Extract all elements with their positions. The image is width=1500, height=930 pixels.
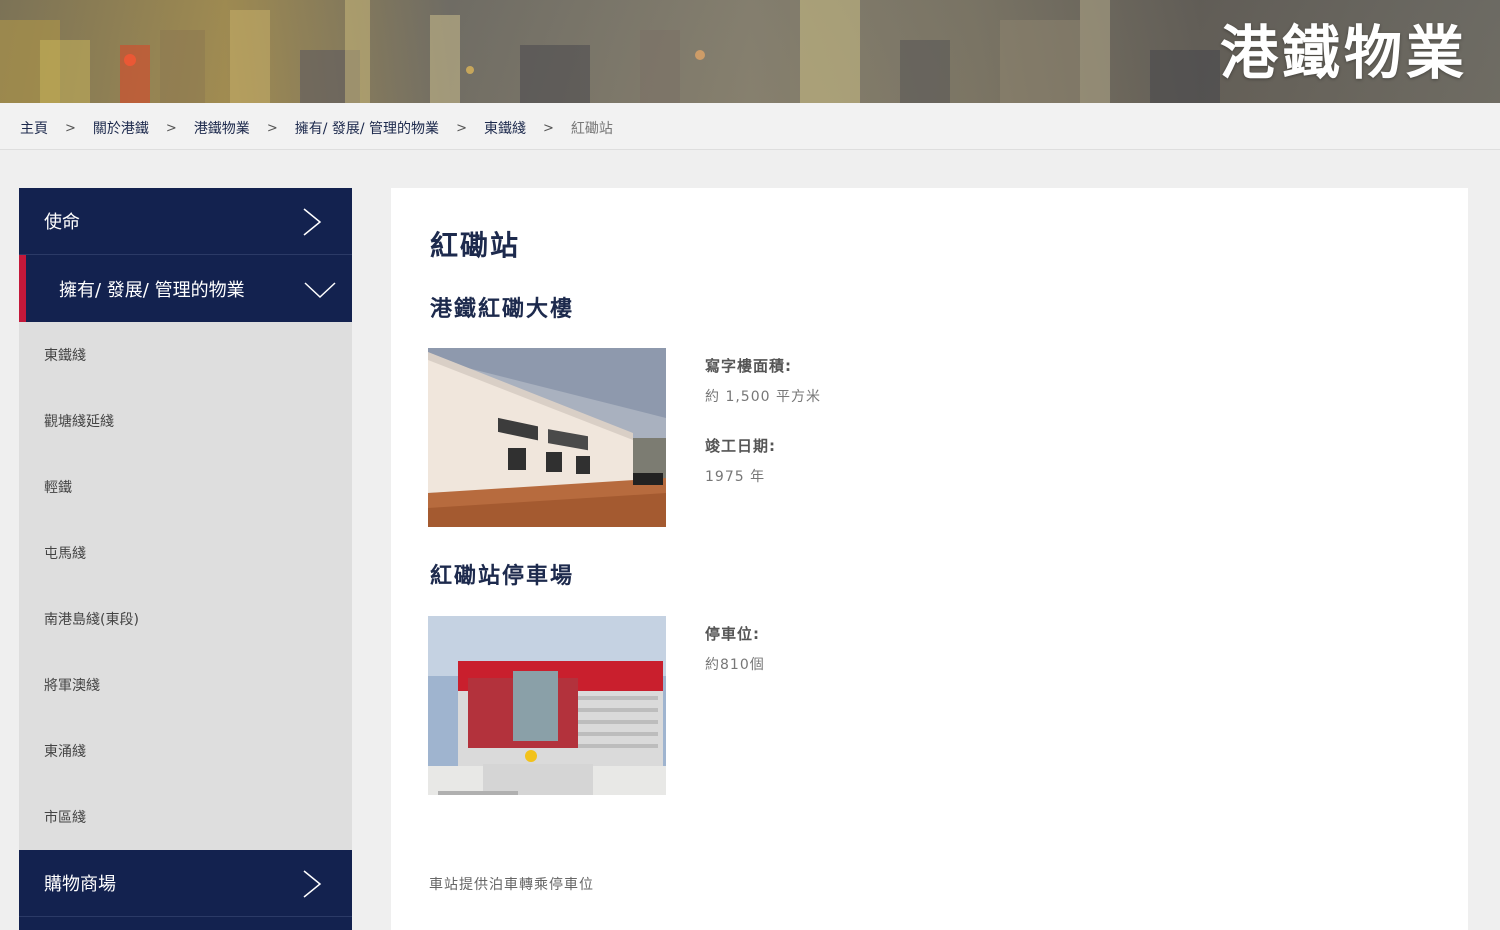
sidebar-item-next[interactable] bbox=[19, 917, 352, 930]
carpark-photo bbox=[428, 616, 666, 795]
breadcrumb-home[interactable]: 主頁 bbox=[20, 118, 48, 138]
breadcrumb-separator: > bbox=[165, 120, 177, 136]
sidebar-subitem-light-rail[interactable]: 輕鐵 bbox=[19, 454, 352, 520]
chevron-right-icon bbox=[303, 870, 322, 898]
content-panel: 紅磡站 港鐵紅磡大樓 寫字樓面積: 約 1,500 平方米 竣工日期: 1975… bbox=[391, 188, 1468, 930]
sidebar-subitem-tuen-ma[interactable]: 屯馬綫 bbox=[19, 520, 352, 586]
sidebar-bottom-group: 購物商場 bbox=[19, 850, 352, 930]
page-title: 紅磡站 bbox=[430, 229, 521, 262]
sidebar-subitem-urban-lines[interactable]: 市區綫 bbox=[19, 784, 352, 850]
sidebar-subitem-south-island[interactable]: 南港島綫(東段) bbox=[19, 586, 352, 652]
building-photo bbox=[428, 348, 666, 527]
sidebar-item-mission[interactable]: 使命 bbox=[19, 188, 352, 255]
completion-date-value: 1975 年 bbox=[705, 469, 766, 485]
breadcrumb: 主頁 > 關於港鐵 > 港鐵物業 > 擁有/ 發展/ 管理的物業 > 東鐵綫 >… bbox=[20, 118, 613, 138]
breadcrumb-separator: > bbox=[65, 120, 76, 136]
chevron-down-icon bbox=[304, 282, 336, 299]
sidebar-item-shopping[interactable]: 購物商場 bbox=[19, 850, 352, 917]
sidebar-item-label: 擁有/ 發展/ 管理的物業 bbox=[59, 279, 245, 301]
sidebar-nav: 使命 擁有/ 發展/ 管理的物業 東鐵綫 觀塘綫延綫 輕鐵 屯馬綫 南港島綫(東… bbox=[19, 188, 352, 930]
sidebar-subitem-east-rail[interactable]: 東鐵綫 bbox=[19, 322, 352, 388]
breadcrumb-bar: 主頁 > 關於港鐵 > 港鐵物業 > 擁有/ 發展/ 管理的物業 > 東鐵綫 >… bbox=[0, 103, 1500, 150]
banner-title: 港鐵物業 bbox=[1219, 19, 1468, 87]
breadcrumb-owned-properties[interactable]: 擁有/ 發展/ 管理的物業 bbox=[295, 118, 439, 138]
sidebar-subitem-tseung-kwan-o[interactable]: 將軍澳綫 bbox=[19, 652, 352, 718]
sidebar-subitem-kwun-tong-extension[interactable]: 觀塘綫延綫 bbox=[19, 388, 352, 454]
sidebar-item-label: 購物商場 bbox=[44, 874, 116, 895]
parking-value: 約810個 bbox=[705, 657, 765, 673]
carpark-caption: 車站提供泊車轉乘停車位 bbox=[429, 877, 594, 893]
breadcrumb-east-rail[interactable]: 東鐵綫 bbox=[484, 118, 526, 138]
office-area-label: 寫字樓面積: bbox=[705, 357, 792, 375]
sidebar-item-properties[interactable]: 擁有/ 發展/ 管理的物業 bbox=[19, 255, 352, 322]
parking-label: 停車位: bbox=[705, 625, 760, 643]
sidebar-subitem-tung-chung[interactable]: 東涌綫 bbox=[19, 718, 352, 784]
completion-date-label: 竣工日期: bbox=[705, 437, 776, 455]
breadcrumb-separator: > bbox=[266, 120, 278, 136]
header-banner: 港鐵物業 bbox=[0, 0, 1500, 103]
breadcrumb-properties[interactable]: 港鐵物業 bbox=[194, 118, 250, 138]
chevron-right-icon bbox=[303, 208, 322, 236]
sidebar-item-label: 使命 bbox=[44, 212, 80, 233]
breadcrumb-current: 紅磡站 bbox=[570, 121, 613, 137]
office-area-value: 約 1,500 平方米 bbox=[705, 389, 821, 405]
section-title-carpark: 紅磡站停車場 bbox=[430, 564, 575, 589]
breadcrumb-separator: > bbox=[456, 120, 467, 136]
section-title-building: 港鐵紅磡大樓 bbox=[430, 297, 575, 322]
breadcrumb-about[interactable]: 關於港鐵 bbox=[93, 118, 149, 138]
breadcrumb-separator: > bbox=[542, 120, 554, 136]
